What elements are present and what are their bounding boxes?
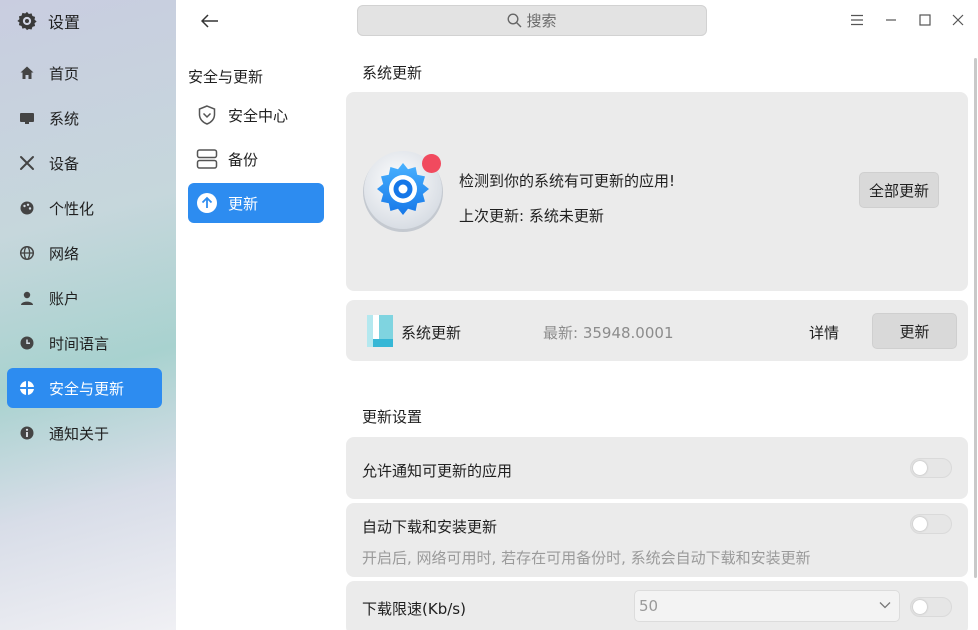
- arrow-left-icon: [201, 14, 218, 28]
- sidebar-item-label: 通知关于: [49, 424, 110, 443]
- system-update-heading: 系统更新: [362, 64, 423, 82]
- search-icon: [507, 13, 522, 28]
- update-item-name: 系统更新: [401, 324, 462, 342]
- speed-limit-label: 下载限速(Kb/s): [362, 600, 466, 618]
- sidebar-item-time-language[interactable]: 时间语言: [7, 323, 162, 363]
- sidebar-item-personalization[interactable]: 个性化: [7, 188, 162, 228]
- menu-button[interactable]: [847, 10, 867, 30]
- home-icon: [19, 65, 35, 81]
- search-input[interactable]: 搜索: [357, 5, 707, 36]
- sidebar-item-label: 系统: [49, 109, 80, 128]
- tools-icon: [19, 155, 35, 171]
- sidebar-item-label: 个性化: [49, 199, 95, 218]
- sidebar-item-network[interactable]: 网络: [7, 233, 162, 273]
- sidebar-item-label: 网络: [49, 244, 80, 263]
- update-all-button[interactable]: 全部更新: [859, 172, 939, 208]
- sub-item-security-center[interactable]: 安全中心: [188, 95, 324, 135]
- sub-item-update[interactable]: 更新: [188, 183, 324, 223]
- sub-item-label: 备份: [228, 150, 259, 169]
- notification-badge: [422, 154, 441, 173]
- details-link[interactable]: 详情: [809, 322, 839, 343]
- auto-download-toggle[interactable]: [910, 514, 952, 534]
- update-item-row: 系统更新 最新: 35948.0001 详情 更新: [346, 300, 968, 361]
- shield-icon: [196, 104, 218, 126]
- sidebar-item-devices[interactable]: 设备: [7, 143, 162, 183]
- allow-notify-row: 允许通知可更新的应用: [346, 437, 968, 499]
- allow-notify-label: 允许通知可更新的应用: [362, 462, 513, 480]
- sidebar-item-label: 安全与更新: [49, 379, 125, 398]
- sub-item-backup[interactable]: 备份: [188, 139, 324, 179]
- search-placeholder: 搜索: [526, 12, 557, 30]
- section-heading: 安全与更新: [188, 68, 264, 86]
- system-update-app-icon: [367, 315, 393, 351]
- minimize-icon: [886, 19, 896, 21]
- close-button[interactable]: [948, 10, 968, 30]
- backup-icon: [196, 148, 218, 170]
- menu-icon: [851, 14, 863, 26]
- info-icon: [19, 425, 35, 441]
- allow-notify-toggle[interactable]: [910, 458, 952, 478]
- palette-icon: [19, 200, 35, 216]
- update-status-card: 检测到你的系统有可更新的应用! 上次更新: 系统未更新 全部更新: [346, 92, 968, 291]
- maximize-icon: [919, 14, 931, 26]
- speed-limit-toggle[interactable]: [910, 597, 952, 617]
- speed-limit-select[interactable]: 50: [634, 590, 900, 622]
- speed-limit-value: 50: [639, 597, 659, 615]
- sidebar-item-label: 设备: [49, 154, 80, 173]
- sidebar-item-system[interactable]: 系统: [7, 98, 162, 138]
- sub-item-label: 更新: [228, 194, 259, 213]
- update-available-message: 检测到你的系统有可更新的应用!: [459, 172, 676, 190]
- scrollbar[interactable]: [974, 58, 977, 578]
- app-title-label: 设置: [48, 13, 81, 32]
- update-settings-heading: 更新设置: [362, 408, 423, 426]
- sidebar: 设置 首页 系统 设备 个性化 网络 账户 时间语言 安全与更新 通知关于: [0, 0, 176, 630]
- user-icon: [19, 290, 35, 306]
- update-item-version: 最新: 35948.0001: [543, 324, 674, 342]
- sidebar-item-label: 时间语言: [49, 334, 110, 353]
- minimize-button[interactable]: [881, 10, 901, 30]
- sidebar-item-notify-about[interactable]: 通知关于: [7, 413, 162, 453]
- sub-navigation: 安全与更新 安全中心 备份 更新: [176, 0, 336, 630]
- auto-download-description: 开启后, 网络可用时, 若存在可用备份时, 系统会自动下载和安装更新: [362, 549, 811, 567]
- update-button[interactable]: 更新: [872, 313, 957, 349]
- sidebar-item-label: 首页: [49, 64, 80, 83]
- sidebar-item-label: 账户: [49, 289, 80, 308]
- security-icon: [19, 380, 35, 396]
- maximize-button[interactable]: [915, 10, 935, 30]
- sidebar-item-home[interactable]: 首页: [7, 53, 162, 93]
- globe-icon: [19, 245, 35, 261]
- upload-arrow-icon: [196, 192, 218, 214]
- clock-icon: [19, 335, 35, 351]
- chevron-down-icon: [879, 601, 891, 609]
- app-title: 设置: [16, 9, 80, 33]
- last-update-text: 上次更新: 系统未更新: [459, 207, 604, 225]
- sidebar-item-account[interactable]: 账户: [7, 278, 162, 318]
- sub-item-label: 安全中心: [228, 106, 289, 125]
- auto-download-row: 自动下载和安装更新 开启后, 网络可用时, 若存在可用备份时, 系统会自动下载和…: [346, 503, 968, 577]
- gear-icon: [16, 10, 38, 32]
- close-icon: [952, 14, 964, 26]
- sidebar-item-security-update[interactable]: 安全与更新: [7, 368, 162, 408]
- monitor-icon: [19, 110, 35, 126]
- back-button[interactable]: [198, 9, 222, 33]
- auto-download-label: 自动下载和安装更新: [362, 518, 498, 536]
